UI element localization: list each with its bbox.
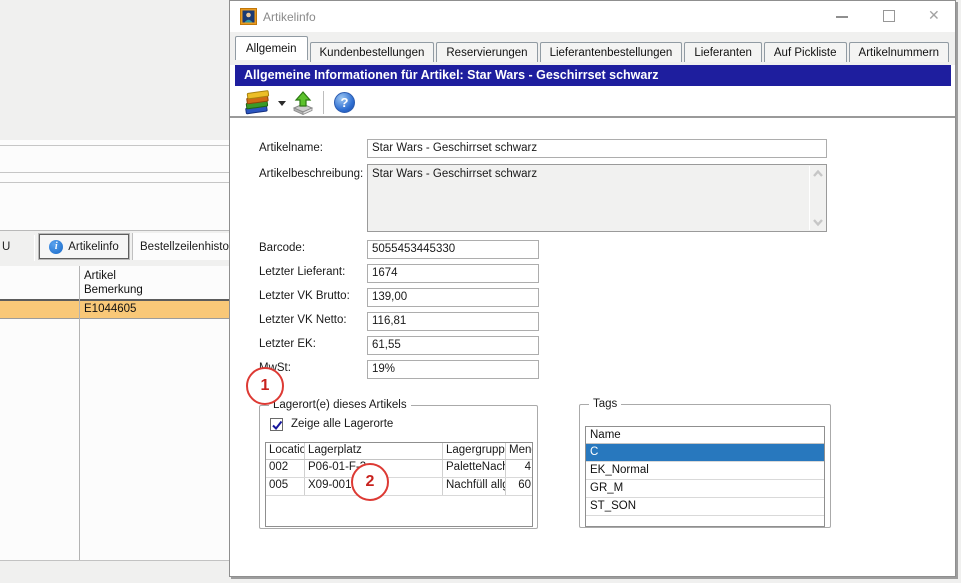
letzter-vk-brutto-field[interactable]: 139,00 xyxy=(367,288,539,307)
col-lagergruppe: Lagergruppe xyxy=(443,443,506,459)
artikelinfo-button-label: Artikelinfo xyxy=(68,241,119,253)
tags-list: Name C EK_Normal GR_M ST_SON xyxy=(585,426,825,527)
grid-column-divider xyxy=(79,266,80,560)
app-person-icon xyxy=(240,8,257,25)
export-icon[interactable] xyxy=(291,91,315,115)
letzter-lieferant-label: Letzter Lieferant: xyxy=(259,266,345,278)
tags-group-label: Tags xyxy=(589,398,621,410)
background-grid-header: Artikel Bemerkung xyxy=(0,266,229,301)
letzter-lieferant-field[interactable]: 1674 xyxy=(367,264,539,283)
grid-header-artikel: Artikel xyxy=(84,269,143,283)
barcode-field[interactable]: 5055453445330 xyxy=(367,240,539,259)
lagerort-table-row[interactable]: 005 X09-001 Nachfüll allg 60 xyxy=(266,478,532,496)
background-row-line xyxy=(0,172,229,173)
artikelbeschreibung-field[interactable]: Star Wars - Geschirrset schwarz xyxy=(367,164,827,232)
artikelbeschreibung-value: Star Wars - Geschirrset schwarz xyxy=(372,168,537,180)
cell-lagergruppe: Nachfüll allg xyxy=(443,478,506,495)
textarea-scrollbar[interactable] xyxy=(809,166,825,230)
letzter-vk-brutto-label: Letzter VK Brutto: xyxy=(259,290,350,302)
scroll-up-icon[interactable] xyxy=(812,169,824,178)
artikelinfo-button[interactable]: i Artikelinfo xyxy=(39,234,129,259)
tag-item[interactable]: EK_Normal xyxy=(586,462,824,480)
close-icon[interactable]: ✕ xyxy=(928,7,940,24)
tab-reservierungen[interactable]: Reservierungen xyxy=(436,42,537,62)
annotation-circle-1: 1 xyxy=(246,367,284,405)
artikelname-field[interactable]: Star Wars - Geschirrset schwarz xyxy=(367,139,827,158)
cell-menge: 60 xyxy=(506,478,533,495)
tags-group: Tags Name C EK_Normal GR_M ST_SON xyxy=(579,398,831,528)
checkmark-icon xyxy=(271,419,284,432)
dialog-title: Artikelinfo xyxy=(263,10,316,24)
scroll-down-icon[interactable] xyxy=(812,218,824,227)
artikelinfo-dialog: Artikelinfo ✕ AllgemeinKundenbestellunge… xyxy=(229,0,956,577)
tag-item[interactable]: ST_SON xyxy=(586,498,824,516)
lagerort-group: Lagerort(e) dieses Artikels Zeige alle L… xyxy=(259,399,538,529)
background-panel xyxy=(0,140,229,560)
help-icon[interactable]: ? xyxy=(334,92,355,113)
artikelname-label: Artikelname: xyxy=(259,142,323,154)
col-location: Location xyxy=(266,443,305,459)
background-toolbar: U i Artikelinfo Bestellzeilenhistor xyxy=(0,230,229,266)
letzter-ek-field[interactable]: 61,55 xyxy=(367,336,539,355)
books-dropdown-arrow-icon[interactable] xyxy=(278,101,286,106)
background-row-line xyxy=(0,145,229,146)
letzter-vk-netto-label: Letzter VK Netto: xyxy=(259,314,347,326)
tab-artikelnummern[interactable]: Artikelnummern xyxy=(849,42,950,62)
background-row-line xyxy=(0,182,229,183)
background-selected-row[interactable]: E1044605 xyxy=(0,301,229,319)
partial-button[interactable]: U xyxy=(2,241,10,253)
barcode-label: Barcode: xyxy=(259,242,305,254)
tags-column-header: Name xyxy=(586,427,824,444)
bestellzeilenhistorie-button[interactable]: Bestellzeilenhistor xyxy=(132,233,229,260)
lagerort-table-header: Location Lagerplatz Lagergruppe Menge xyxy=(266,443,532,460)
tab-auf-pickliste[interactable]: Auf Pickliste xyxy=(764,42,847,62)
toolbar-separator xyxy=(34,235,35,261)
minimize-icon[interactable] xyxy=(836,16,848,18)
tag-item[interactable]: GR_M xyxy=(586,480,824,498)
col-menge: Menge xyxy=(506,443,533,459)
cell-menge: 4 xyxy=(506,460,533,477)
tab-lieferantenbestellungen[interactable]: Lieferantenbestellungen xyxy=(540,42,683,62)
section-header: Allgemeine Informationen für Artikel: St… xyxy=(235,65,951,86)
letzter-ek-label: Letzter EK: xyxy=(259,338,316,350)
mwst-field[interactable]: 19% xyxy=(367,360,539,379)
bestellzeilenhistorie-button-label: Bestellzeilenhistor xyxy=(140,241,229,253)
tag-item-selected[interactable]: C xyxy=(586,444,824,462)
lagerort-table-row[interactable]: 002 P06-01-F-3 PaletteNach 4 xyxy=(266,460,532,478)
letzter-vk-netto-field[interactable]: 116,81 xyxy=(367,312,539,331)
annotation-circle-2: 2 xyxy=(351,463,389,501)
cell-location: 002 xyxy=(266,460,305,477)
lagerort-group-label: Lagerort(e) dieses Artikels xyxy=(269,399,411,411)
col-lagerplatz: Lagerplatz xyxy=(305,443,443,459)
zeige-alle-lagerorte-label: Zeige alle Lagerorte xyxy=(291,418,393,430)
artikelbeschreibung-label: Artikelbeschreibung: xyxy=(259,168,363,180)
info-icon: i xyxy=(49,240,63,254)
lagerort-table: Location Lagerplatz Lagergruppe Menge 00… xyxy=(265,442,533,527)
cell-location: 005 xyxy=(266,478,305,495)
selected-row-value: E1044605 xyxy=(84,303,136,315)
zeige-alle-lagerorte-checkbox[interactable] xyxy=(270,418,283,431)
tab-lieferanten[interactable]: Lieferanten xyxy=(684,42,762,62)
maximize-icon[interactable] xyxy=(883,10,895,22)
tab-strip: AllgemeinKundenbestellungenReservierunge… xyxy=(230,32,955,65)
dialog-titlebar[interactable]: Artikelinfo ✕ xyxy=(230,1,955,32)
toolbar-separator xyxy=(323,91,324,114)
books-stack-icon[interactable] xyxy=(243,90,271,115)
tab-kundenbestellungen[interactable]: Kundenbestellungen xyxy=(310,42,435,62)
tab-allgemein[interactable]: Allgemein xyxy=(235,36,308,60)
grid-header-bemerkung: Bemerkung xyxy=(84,283,143,297)
cell-lagergruppe: PaletteNach xyxy=(443,460,506,477)
background-panel-bottom xyxy=(0,560,229,561)
